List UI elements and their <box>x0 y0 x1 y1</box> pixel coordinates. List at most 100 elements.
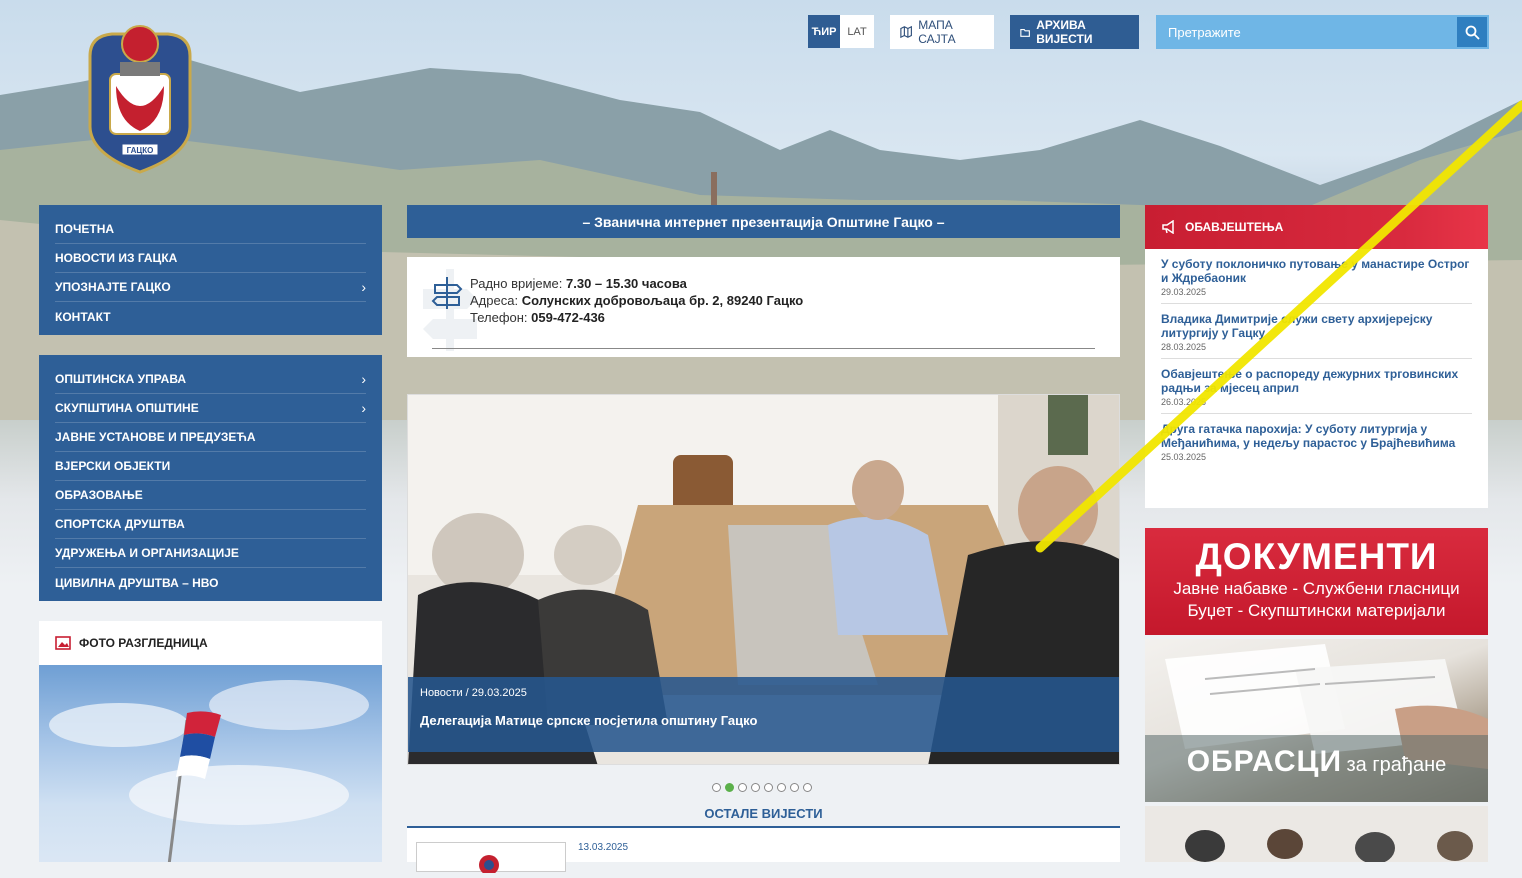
menu-item-label: УПОЗНАЈТЕ ГАЦКО <box>55 280 171 294</box>
address: Адреса: Солунских добровољаца бр. 2, 892… <box>470 293 803 308</box>
other-news-heading: ОСТАЛЕ ВИЈЕСТИ <box>704 806 823 821</box>
menu-item-religious-sites[interactable]: ВЈЕРСКИ ОБЈЕКТИ <box>55 452 366 481</box>
documents-line-2: Буџет - Скупштински материјали <box>1187 601 1446 620</box>
contact-info-box: Радно вријеме: 7.30 – 15.30 часова Адрес… <box>407 257 1120 357</box>
divider <box>432 348 1095 349</box>
sitemap-label: МАПА САЈТА <box>918 18 956 46</box>
photo-postcard-title: ФОТО РАЗГЛЕДНИЦА <box>79 636 208 650</box>
menu-item-label: КОНТАКТ <box>55 309 111 324</box>
notices-header: ОБАВЈЕШТЕЊА <box>1145 205 1488 249</box>
working-hours-value: 7.30 – 15.30 часова <box>566 276 687 291</box>
menu-item-news[interactable]: НОВОСТИ ИЗ ГАЦКА <box>55 244 366 273</box>
slider-dot[interactable] <box>764 783 773 792</box>
notice-item[interactable]: Обавјештење о распореду дежурних трговин… <box>1161 359 1472 414</box>
menu-item-contact[interactable]: КОНТАКТ <box>55 302 366 331</box>
menu-item-ngo[interactable]: ЦИВИЛНА ДРУШТВА – НВО <box>55 568 366 597</box>
menu-item-administration[interactable]: ОПШТИНСКА УПРАВА › <box>55 365 366 394</box>
slide-category[interactable]: Новости <box>420 687 463 699</box>
search-icon <box>1465 25 1480 40</box>
slider-dot[interactable] <box>777 783 786 792</box>
office-photo <box>1145 806 1488 862</box>
menu-item-label: УДРУЖЕЊА И ОРГАНИЗАЦИЈЕ <box>55 546 239 560</box>
notice-item[interactable]: У суботу поклоничко путовање у манастире… <box>1161 249 1472 304</box>
notice-date: 25.03.2025 <box>1161 452 1207 462</box>
chevron-right-icon: › <box>361 279 366 295</box>
citizen-forms-banner[interactable]: ОБРАСЦИ за грађане <box>1145 639 1488 802</box>
notices-title: ОБАВЈЕШТЕЊА <box>1185 220 1284 234</box>
photo-postcard-widget: ФОТО РАЗГЛЕДНИЦА <box>39 621 382 862</box>
news-slider[interactable]: Новости / 29.03.2025 Делегација Матице с… <box>407 394 1120 765</box>
slider-dot[interactable] <box>803 783 812 792</box>
menu-item-public-institutions[interactable]: ЈАВНЕ УСТАНОВЕ И ПРЕДУЗЕЋА <box>55 423 366 452</box>
slider-dot[interactable] <box>790 783 799 792</box>
chevron-right-icon: › <box>361 371 366 387</box>
notice-date: 28.03.2025 <box>1161 342 1207 352</box>
forms-title: ОБРАСЦИ <box>1186 745 1343 778</box>
menu-item-label: ЈАВНЕ УСТАНОВЕ И ПРЕДУЗЕЋА <box>55 430 256 444</box>
photo-postcard-header: ФОТО РАЗГЛЕДНИЦА <box>39 621 382 665</box>
lang-latin-button[interactable]: LAT <box>840 15 874 48</box>
menu-item-home[interactable]: ПОЧЕТНА <box>55 215 366 244</box>
slider-dot[interactable] <box>751 783 760 792</box>
slider-dot[interactable] <box>725 783 734 792</box>
news-list-item[interactable]: 13.03.2025 <box>407 828 1120 875</box>
crest-icon <box>479 855 499 875</box>
logo-text: ГАЦКО <box>127 146 154 155</box>
slider-dot[interactable] <box>738 783 747 792</box>
slide-date: 29.03.2025 <box>471 687 527 699</box>
notice-title[interactable]: Обавјештење о распореду дежурних трговин… <box>1161 367 1472 395</box>
archive-label: АРХИВА ВИЈЕСТИ <box>1036 18 1093 46</box>
working-hours: Радно вријеме: 7.30 – 15.30 часова <box>470 276 687 291</box>
megaphone-icon <box>1162 220 1174 234</box>
lang-cyrillic-button[interactable]: ЋИР <box>808 15 840 48</box>
phone: Телефон: 059-472-436 <box>470 310 605 325</box>
phone-label: Телефон: <box>470 310 528 325</box>
menu-item-label: ВЈЕРСКИ ОБЈЕКТИ <box>55 459 171 473</box>
menu-item-label: ОБРАЗОВАЊЕ <box>55 488 143 502</box>
notice-title[interactable]: Друга гатачка парохија: У суботу литурги… <box>1161 422 1472 450</box>
folder-icon <box>1020 28 1030 37</box>
postcard-image[interactable] <box>39 665 382 862</box>
menu-item-label: ПОЧЕТНА <box>55 222 115 236</box>
notice-date: 26.03.2025 <box>1161 397 1207 407</box>
news-thumbnail[interactable] <box>416 842 566 875</box>
news-archive-button[interactable]: АРХИВА ВИЈЕСТИ <box>1010 15 1139 49</box>
search-button[interactable] <box>1457 17 1487 47</box>
chevron-right-icon: › <box>361 400 366 416</box>
documents-banner[interactable]: ДОКУМЕНТИ Јавне набавке - Службени гласн… <box>1145 528 1488 635</box>
menu-item-about-gacko[interactable]: УПОЗНАЈТЕ ГАЦКО › <box>55 273 366 302</box>
documents-line-1: Јавне набавке - Службени гласници <box>1173 579 1460 598</box>
forms-label: ОБРАСЦИ за грађане <box>1145 735 1488 802</box>
search-input[interactable] <box>1156 15 1456 49</box>
office-banner[interactable] <box>1145 806 1488 862</box>
notice-item[interactable]: Владика Димитрије служи свету архијерејс… <box>1161 304 1472 359</box>
slider-dot[interactable] <box>712 783 721 792</box>
menu-item-education[interactable]: ОБРАЗОВАЊЕ <box>55 481 366 510</box>
slide-title[interactable]: Делегација Матице српске посјетила општи… <box>420 713 1109 728</box>
menu-item-associations[interactable]: УДРУЖЕЊА И ОРГАНИЗАЦИЈЕ <box>55 539 366 568</box>
slide-caption[interactable]: Новости / 29.03.2025 Делегација Матице с… <box>408 677 1119 752</box>
working-hours-label: Радно вријеме: <box>470 276 563 291</box>
menu-item-label: ЦИВИЛНА ДРУШТВА – НВО <box>55 575 219 590</box>
menu-item-label: НОВОСТИ ИЗ ГАЦКА <box>55 251 178 265</box>
menu-item-assembly[interactable]: СКУПШТИНА ОПШТИНЕ › <box>55 394 366 423</box>
menu-item-label: СПОРТСКА ДРУШТВА <box>55 517 185 531</box>
secondary-navigation: ОПШТИНСКА УПРАВА › СКУПШТИНА ОПШТИНЕ › ЈАВ… <box>39 355 382 601</box>
menu-item-label: ОПШТИНСКА УПРАВА <box>55 372 187 386</box>
phone-value[interactable]: 059-472-436 <box>531 310 605 325</box>
documents-title: ДОКУМЕНТИ <box>1195 536 1438 577</box>
address-value: Солунских добровољаца бр. 2, 89240 Гацко <box>521 293 804 308</box>
forms-subtitle: за грађане <box>1346 754 1447 776</box>
search-box <box>1156 15 1489 49</box>
map-icon <box>900 25 912 39</box>
menu-item-sports-clubs[interactable]: СПОРТСКА ДРУШТВА <box>55 510 366 539</box>
image-icon <box>55 636 71 650</box>
municipality-crest-logo[interactable]: ГАЦКО <box>82 16 198 176</box>
site-tagline-banner: – Званична интернет презентација Општине… <box>407 205 1120 238</box>
news-date: 13.03.2025 <box>578 842 629 853</box>
notice-date: 29.03.2025 <box>1161 287 1207 297</box>
notice-title[interactable]: У суботу поклоничко путовање у манастире… <box>1161 257 1472 285</box>
notice-title[interactable]: Владика Димитрије служи свету архијерејс… <box>1161 312 1472 340</box>
notice-item[interactable]: Друга гатачка парохија: У суботу литурги… <box>1161 414 1472 468</box>
sitemap-button[interactable]: МАПА САЈТА <box>890 15 994 49</box>
